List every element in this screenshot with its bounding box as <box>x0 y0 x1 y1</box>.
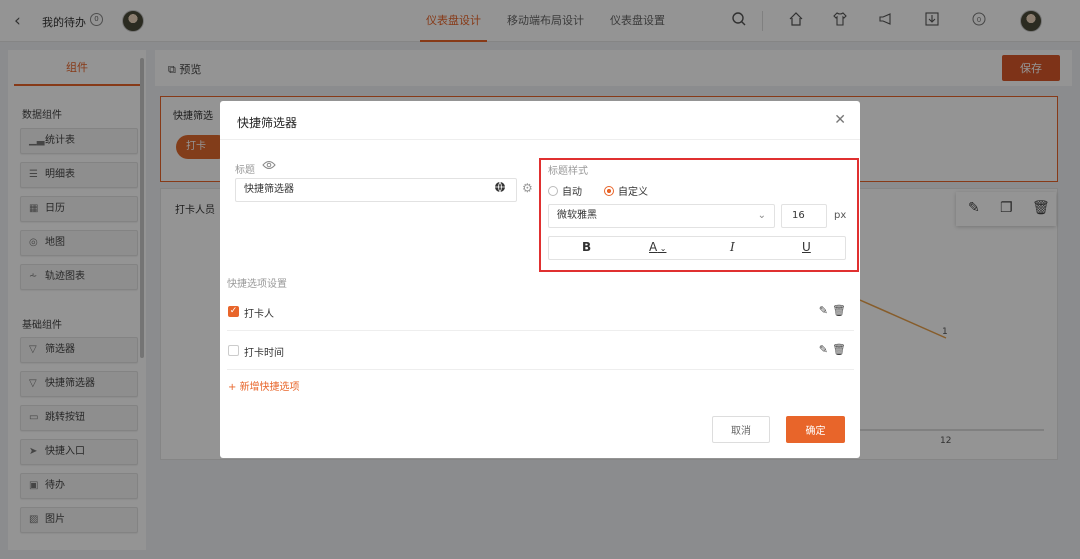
eye-icon[interactable] <box>262 160 276 173</box>
font-color-button[interactable]: A ⌄ <box>649 240 666 254</box>
font-size-unit: px <box>834 210 847 221</box>
chevron-down-icon: ⌄ <box>757 210 766 221</box>
checkbox-checked[interactable]: ✓ <box>228 306 239 317</box>
list-item: ✓ 打卡人 ✎ 🗑 <box>227 293 854 331</box>
radio-icon <box>548 186 558 196</box>
title-label: 标题 <box>235 165 255 176</box>
option-label: 打卡时间 <box>244 348 284 359</box>
checkbox[interactable] <box>228 345 239 356</box>
italic-button[interactable]: I <box>730 240 735 254</box>
quick-options-label: 快捷选项设置 <box>227 279 287 290</box>
edit-icon[interactable]: ✎ <box>819 343 828 356</box>
text-format-toolbar: B A ⌄ I U <box>548 236 846 260</box>
delete-icon[interactable]: 🗑 <box>832 343 846 356</box>
confirm-button[interactable]: 确定 <box>786 416 845 443</box>
quick-filter-dialog: 快捷筛选器 ✕ 标题 快捷筛选器 ⚙ 标题样式 自动 自定义 微软雅黑 ⌄ 16 … <box>220 101 860 458</box>
chevron-down-icon: ⌄ <box>657 244 667 253</box>
font-size-input[interactable]: 16 <box>781 204 827 228</box>
plus-icon: + <box>228 382 240 393</box>
add-option-label: 新增快捷选项 <box>239 382 300 393</box>
radio-label: 自动 <box>562 187 582 198</box>
option-label: 打卡人 <box>244 309 274 320</box>
gear-icon[interactable]: ⚙ <box>522 181 533 195</box>
radio-selected-icon <box>604 186 614 196</box>
font-family-select[interactable]: 微软雅黑 ⌄ <box>548 204 775 228</box>
radio-auto[interactable]: 自动 <box>548 183 582 198</box>
bold-button[interactable]: B <box>582 240 591 254</box>
close-icon[interactable]: ✕ <box>834 112 846 128</box>
font-family-value: 微软雅黑 <box>557 210 597 221</box>
title-input[interactable]: 快捷筛选器 <box>235 178 517 202</box>
delete-icon[interactable]: 🗑 <box>832 304 846 317</box>
add-option-button[interactable]: + 新增快捷选项 <box>228 378 300 393</box>
divider <box>220 139 860 140</box>
radio-custom[interactable]: 自定义 <box>604 183 648 198</box>
title-style-section: 标题样式 自动 自定义 微软雅黑 ⌄ 16 px B A ⌄ I U <box>539 158 859 272</box>
underline-button[interactable]: U <box>802 240 811 254</box>
radio-label: 自定义 <box>618 187 648 198</box>
dialog-title: 快捷筛选器 <box>237 116 298 130</box>
title-style-label: 标题样式 <box>548 166 588 177</box>
cancel-button[interactable]: 取消 <box>712 416 770 443</box>
font-color-label: A <box>649 240 658 254</box>
globe-icon[interactable] <box>494 181 506 196</box>
edit-icon[interactable]: ✎ <box>819 304 828 317</box>
list-item: 打卡时间 ✎ 🗑 <box>227 332 854 370</box>
